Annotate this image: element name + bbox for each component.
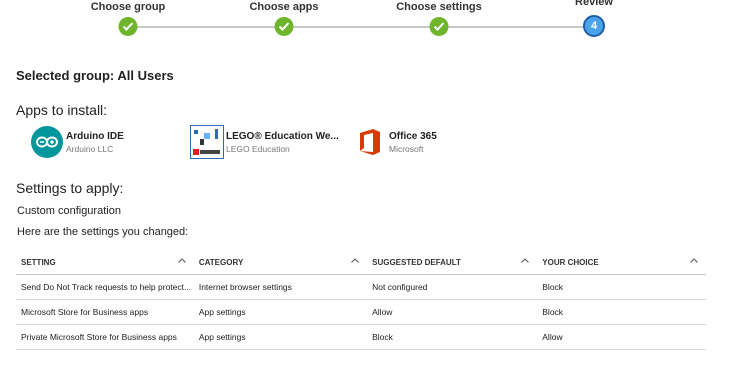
table-row: Send Do Not Track requests to help prote… (16, 274, 706, 300)
sort-ascending-icon[interactable] (690, 256, 698, 265)
app-name: Office 365 (389, 131, 437, 142)
apps-section-title: Apps to install: (16, 102, 108, 118)
table-row: Microsoft Store for Business apps App se… (16, 299, 706, 325)
app-publisher: LEGO Education (226, 144, 290, 154)
step-label: Choose group (90, 1, 166, 13)
app-name: Arduino IDE (66, 131, 124, 142)
category-cell: App settings (193, 324, 368, 350)
step-label: Choose settings (396, 1, 482, 13)
checkmark-icon (429, 17, 449, 36)
stepper-track (128, 26, 594, 28)
column-header-setting[interactable]: SETTING (16, 250, 194, 275)
column-header-category[interactable]: CATEGORY (193, 250, 368, 275)
arduino-icon (30, 125, 64, 159)
sort-ascending-icon[interactable] (521, 256, 530, 265)
your-choice-cell: Block (537, 299, 706, 325)
step-review[interactable]: Review 4 (534, 0, 654, 37)
column-header-your-choice[interactable]: YOUR CHOICE (537, 250, 706, 275)
step-number-badge: 4 (583, 15, 605, 37)
table-row: Private Microsoft Store for Business app… (16, 324, 706, 350)
checkmark-icon (274, 17, 294, 36)
sort-ascending-icon[interactable] (177, 256, 186, 265)
settings-section-title: Settings to apply: (16, 180, 124, 196)
step-choose-apps[interactable]: Choose apps (224, 0, 344, 36)
table-header-row: SETTING CATEGORY SUGGESTED DEFAULT YOUR … (16, 250, 706, 275)
app-name: LEGO® Education We... (226, 131, 339, 142)
office-icon (353, 125, 387, 159)
settings-table: SETTING CATEGORY SUGGESTED DEFAULT YOUR … (16, 250, 706, 350)
settings-intro: Here are the settings you changed: (17, 226, 189, 238)
category-cell: Internet browser settings (193, 274, 368, 300)
step-label: Choose apps (249, 1, 319, 13)
step-choose-settings[interactable]: Choose settings (379, 0, 499, 36)
app-publisher: Microsoft (389, 144, 424, 154)
setting-cell: Microsoft Store for Business apps (16, 299, 194, 325)
suggested-default-cell: Block (367, 324, 538, 350)
column-header-label: CATEGORY (198, 257, 244, 267)
suggested-default-cell: Allow (367, 299, 538, 325)
your-choice-cell: Allow (537, 324, 706, 350)
column-header-suggested-default[interactable]: SUGGESTED DEFAULT (367, 250, 538, 275)
column-header-label: YOUR CHOICE (542, 257, 599, 267)
app-publisher: Arduino LLC (66, 144, 114, 154)
column-header-label: SUGGESTED DEFAULT (372, 257, 461, 267)
category-cell: App settings (193, 299, 368, 325)
step-choose-group[interactable]: Choose group (68, 0, 188, 36)
sort-ascending-icon[interactable] (351, 256, 359, 265)
suggested-default-cell: Not configured (367, 274, 538, 300)
setting-cell: Send Do Not Track requests to help prote… (16, 274, 194, 300)
checkmark-icon (118, 17, 138, 36)
selected-group-text: Selected group: All Users (16, 68, 174, 83)
your-choice-cell: Block (537, 274, 706, 300)
setting-cell: Private Microsoft Store for Business app… (16, 324, 194, 350)
column-header-label: SETTING (21, 257, 56, 267)
wizard-stepper: Choose group Choose apps Choose settings… (0, 0, 729, 40)
configuration-type: Custom configuration (17, 205, 121, 217)
step-label: Review (575, 0, 613, 8)
lego-education-icon (190, 125, 224, 159)
